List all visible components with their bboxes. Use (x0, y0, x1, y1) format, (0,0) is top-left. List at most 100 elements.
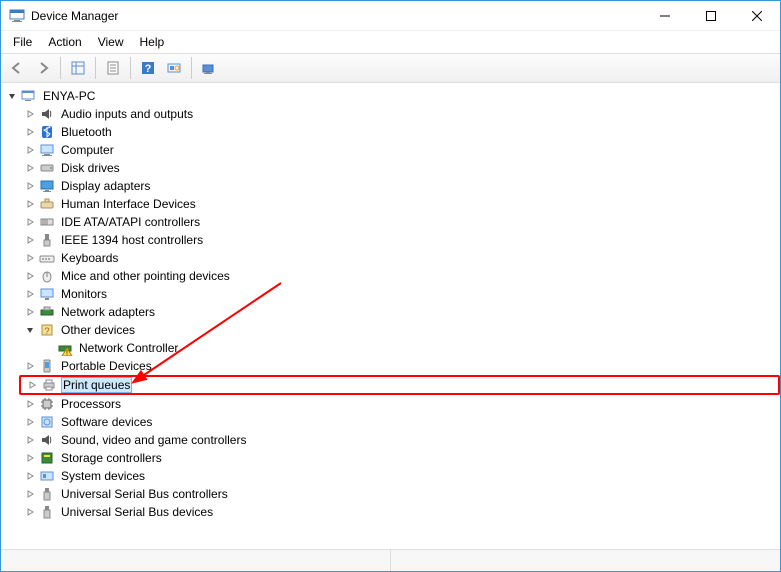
system-devices-icon (39, 468, 55, 484)
software-devices-icon (39, 414, 55, 430)
expand-icon[interactable] (23, 251, 37, 265)
expand-icon[interactable] (23, 197, 37, 211)
usb-devices-icon (39, 504, 55, 520)
network-controller-icon (57, 340, 73, 356)
category-portable-devices[interactable]: Portable Devices (19, 357, 780, 375)
expand-icon[interactable] (23, 107, 37, 121)
category-label: IEEE 1394 host controllers (59, 233, 205, 247)
device-tree-pane[interactable]: ENYA-PC Audio inputs and outputs Bluetoot… (1, 83, 780, 549)
category-bluetooth[interactable]: Bluetooth (19, 123, 780, 141)
category-ide-atapi-controllers[interactable]: IDE ATA/ATAPI controllers (19, 213, 780, 231)
collapse-icon[interactable] (5, 89, 19, 103)
keyboards-icon (39, 250, 55, 266)
expand-icon[interactable] (23, 179, 37, 193)
category-processors[interactable]: Processors (19, 395, 780, 413)
help-button[interactable]: ? (136, 56, 160, 80)
category-label: Software devices (59, 415, 154, 429)
category-print-queues[interactable]: Print queues (19, 375, 780, 395)
category-other-devices[interactable]: Other devices (19, 321, 780, 339)
category-storage-controllers[interactable]: Storage controllers (19, 449, 780, 467)
category-audio-inputs-outputs[interactable]: Audio inputs and outputs (19, 105, 780, 123)
category-keyboards[interactable]: Keyboards (19, 249, 780, 267)
category-label: Portable Devices (59, 359, 154, 373)
computer-icon (39, 142, 55, 158)
expand-icon[interactable] (23, 143, 37, 157)
toolbar: ? (1, 53, 780, 83)
processors-icon (39, 396, 55, 412)
properties-button[interactable] (101, 56, 125, 80)
statusbar (1, 549, 780, 571)
human-interface-devices-icon (39, 196, 55, 212)
category-network-controller[interactable]: Network Controller (37, 339, 780, 357)
expand-icon[interactable] (23, 233, 37, 247)
forward-button[interactable] (31, 56, 55, 80)
category-system-devices[interactable]: System devices (19, 467, 780, 485)
category-label: Processors (59, 397, 123, 411)
category-label: Keyboards (59, 251, 120, 265)
category-label: Storage controllers (59, 451, 164, 465)
expand-icon[interactable] (23, 505, 37, 519)
category-mice-pointing-devices[interactable]: Mice and other pointing devices (19, 267, 780, 285)
category-label: Network Controller (77, 341, 180, 355)
expand-icon[interactable] (23, 215, 37, 229)
bluetooth-icon (39, 124, 55, 140)
print-queues-icon (41, 377, 57, 393)
category-network-adapters[interactable]: Network adapters (19, 303, 780, 321)
category-ieee-1394-controllers[interactable]: IEEE 1394 host controllers (19, 231, 780, 249)
menu-help[interactable]: Help (134, 33, 171, 51)
menu-view[interactable]: View (92, 33, 130, 51)
maximize-button[interactable] (688, 1, 734, 31)
expand-icon[interactable] (25, 378, 39, 392)
expand-icon[interactable] (23, 397, 37, 411)
category-label: Sound, video and game controllers (59, 433, 248, 447)
expand-icon[interactable] (23, 359, 37, 373)
expand-icon[interactable] (23, 415, 37, 429)
minimize-button[interactable] (642, 1, 688, 31)
category-label: Monitors (59, 287, 109, 301)
category-label: Universal Serial Bus controllers (59, 487, 230, 501)
expand-icon[interactable] (23, 305, 37, 319)
category-disk-drives[interactable]: Disk drives (19, 159, 780, 177)
svg-text:?: ? (145, 63, 152, 75)
expand-icon[interactable] (23, 125, 37, 139)
back-button[interactable] (5, 56, 29, 80)
expand-icon[interactable] (23, 161, 37, 175)
app-icon (9, 8, 25, 24)
ide-atapi-controllers-icon (39, 214, 55, 230)
expand-icon[interactable] (23, 433, 37, 447)
category-software-devices[interactable]: Software devices (19, 413, 780, 431)
expand-icon[interactable] (23, 287, 37, 301)
category-monitors[interactable]: Monitors (19, 285, 780, 303)
category-label: Universal Serial Bus devices (59, 505, 215, 519)
category-human-interface-devices[interactable]: Human Interface Devices (19, 195, 780, 213)
category-label: IDE ATA/ATAPI controllers (59, 215, 202, 229)
category-label: Print queues (61, 377, 132, 393)
category-computer[interactable]: Computer (19, 141, 780, 159)
computer-icon (21, 88, 37, 104)
show-hide-tree-button[interactable] (66, 56, 90, 80)
category-display-adapters[interactable]: Display adapters (19, 177, 780, 195)
category-label: System devices (59, 469, 147, 483)
no-expander (41, 341, 55, 355)
show-hidden-devices-button[interactable] (197, 56, 221, 80)
category-label: Other devices (59, 323, 137, 337)
expand-icon[interactable] (23, 451, 37, 465)
menu-action[interactable]: Action (42, 33, 87, 51)
expand-icon[interactable] (23, 487, 37, 501)
root-label: ENYA-PC (41, 89, 97, 103)
category-label: Audio inputs and outputs (59, 107, 195, 121)
category-usb-controllers[interactable]: Universal Serial Bus controllers (19, 485, 780, 503)
expand-icon[interactable] (23, 469, 37, 483)
category-sound-video-game-controllers[interactable]: Sound, video and game controllers (19, 431, 780, 449)
menu-file[interactable]: File (7, 33, 38, 51)
category-usb-devices[interactable]: Universal Serial Bus devices (19, 503, 780, 521)
scan-hardware-button[interactable] (162, 56, 186, 80)
status-cell-left (1, 550, 391, 571)
expand-icon[interactable] (23, 269, 37, 283)
root-node[interactable]: ENYA-PC (1, 87, 780, 105)
status-cell-right (391, 550, 780, 571)
portable-devices-icon (39, 358, 55, 374)
collapse-icon[interactable] (23, 323, 37, 337)
close-button[interactable] (734, 1, 780, 31)
titlebar: Device Manager (1, 1, 780, 31)
